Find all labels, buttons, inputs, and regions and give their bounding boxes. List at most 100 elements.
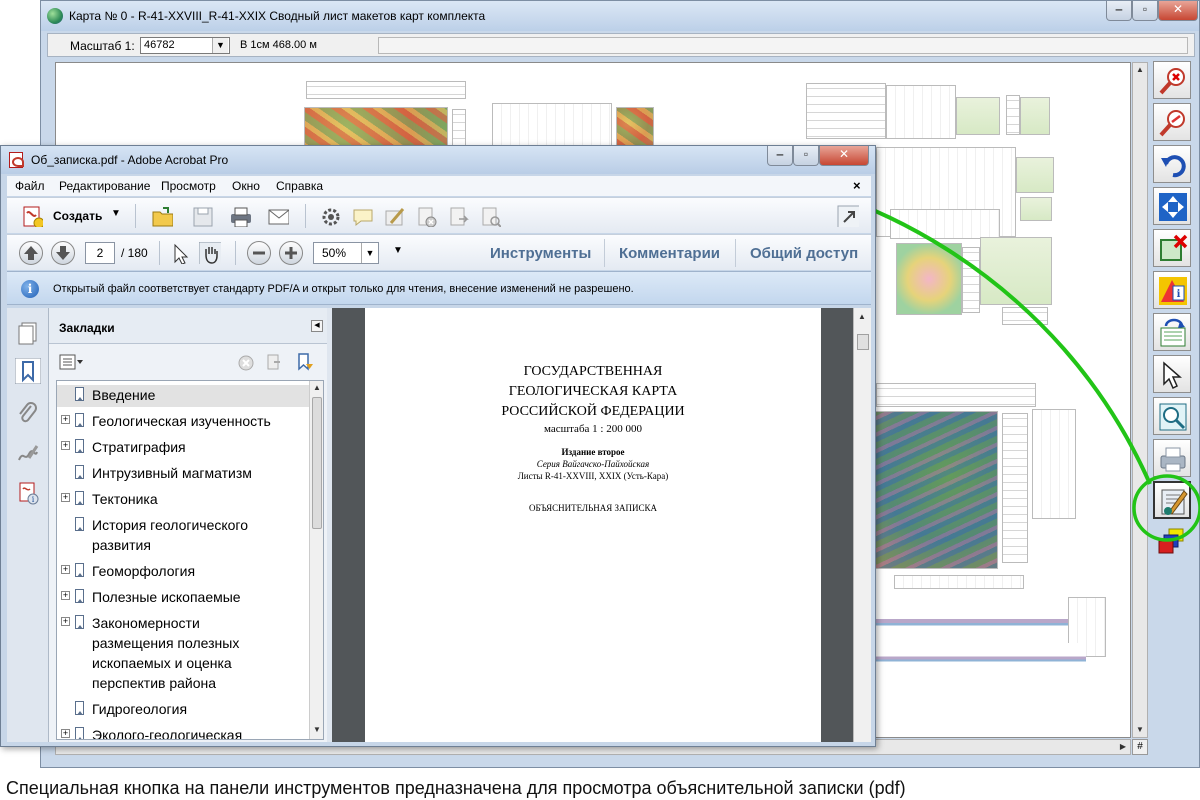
pointer-button[interactable] xyxy=(1153,355,1191,393)
bookmark-item[interactable]: Интрузивный магматизм xyxy=(57,463,309,485)
pane-splitter[interactable] xyxy=(327,308,332,742)
bookmark-item[interactable]: + Геологическая изученность xyxy=(57,411,309,433)
scroll-thumb[interactable] xyxy=(857,334,869,350)
new-bookmark-icon[interactable] xyxy=(265,353,283,371)
bookmark-item[interactable]: + Геоморфология xyxy=(57,561,309,583)
bookmark-item[interactable]: История геологического развития xyxy=(57,515,309,557)
sign-icon[interactable] xyxy=(383,205,405,227)
collapse-pane-button[interactable]: ◀ xyxy=(311,320,323,332)
remove-extent-button[interactable] xyxy=(1153,229,1191,267)
expand-toggle-icon[interactable]: + xyxy=(61,591,70,600)
bookmarks-icon[interactable] xyxy=(15,358,41,384)
next-page-button[interactable] xyxy=(51,241,75,265)
document-close-button[interactable]: × xyxy=(853,178,861,193)
bookmark-item[interactable]: Гидрогеология xyxy=(57,699,309,721)
zoom-out-button[interactable] xyxy=(1153,61,1191,99)
map-vertical-scrollbar[interactable]: ▲ ▼ xyxy=(1132,62,1148,738)
acrobat-maximize-button[interactable]: ▫ xyxy=(793,146,819,166)
attachments-icon[interactable] xyxy=(15,400,41,426)
expand-toggle-icon[interactable]: + xyxy=(61,617,70,626)
chevron-down-icon[interactable]: ▼ xyxy=(212,38,228,53)
create-button[interactable]: Создать xyxy=(53,209,102,223)
menu-help[interactable]: Справка xyxy=(276,179,323,193)
minimize-button[interactable]: ‒ xyxy=(1106,1,1132,21)
bookmark-item[interactable]: + Тектоника xyxy=(57,489,309,511)
undo-button[interactable] xyxy=(1153,145,1191,183)
grid-toggle-button[interactable]: # xyxy=(1132,739,1148,755)
expand-toggle-icon[interactable]: + xyxy=(61,441,70,450)
document-properties-icon[interactable]: i xyxy=(15,480,41,506)
chevron-down-icon[interactable]: ▼ xyxy=(361,243,378,263)
acrobat-minimize-button[interactable]: ‒ xyxy=(767,146,793,166)
document-view[interactable]: ГОСУДАРСТВЕННАЯ ГЕОЛОГИЧЕСКАЯ КАРТА РОСС… xyxy=(327,308,871,742)
refresh-layout-button[interactable] xyxy=(1153,313,1191,351)
options-menu-icon[interactable] xyxy=(59,354,85,370)
select-cursor-icon[interactable] xyxy=(169,242,191,264)
acrobat-titlebar[interactable]: Об_записка.pdf - Adobe Acrobat Pro ‒ ▫ ✕ xyxy=(1,146,875,174)
menu-edit[interactable]: Редактирование xyxy=(59,179,150,193)
tools-panel-link[interactable]: Инструменты xyxy=(490,245,591,262)
open-folder-icon[interactable] xyxy=(151,205,173,227)
bookmark-icon xyxy=(75,413,84,427)
scroll-down-icon[interactable]: ▼ xyxy=(1133,723,1147,737)
expand-toggle-icon[interactable]: + xyxy=(61,729,70,738)
scroll-right-icon[interactable]: ▶ xyxy=(1116,740,1130,754)
explanatory-note-button[interactable] xyxy=(1153,481,1191,519)
comments-panel-link[interactable]: Комментарии xyxy=(619,245,720,262)
expand-icon[interactable] xyxy=(837,205,859,227)
extract-page-icon[interactable] xyxy=(479,205,501,227)
scroll-up-icon[interactable]: ▲ xyxy=(855,310,869,324)
expand-toggle-icon[interactable]: + xyxy=(61,415,70,424)
share-panel-link[interactable]: Общий доступ xyxy=(750,245,858,262)
chevron-down-icon[interactable]: ▼ xyxy=(111,208,121,219)
gear-icon[interactable] xyxy=(319,205,341,227)
scroll-up-icon[interactable]: ▲ xyxy=(1133,63,1147,77)
more-tools-icon[interactable]: ▼ xyxy=(393,245,403,256)
maximize-button[interactable]: ▫ xyxy=(1132,1,1158,21)
save-icon[interactable] xyxy=(191,205,213,227)
bookmark-item[interactable]: + Стратиграфия xyxy=(57,437,309,459)
remove-page-icon[interactable] xyxy=(415,205,437,227)
bookmarks-scrollbar[interactable]: ▲ ▼ xyxy=(309,381,323,739)
page-number-input[interactable]: 2 xyxy=(85,242,115,264)
comment-icon[interactable] xyxy=(351,205,373,227)
bookmark-item[interactable]: Введение xyxy=(57,385,309,407)
expand-bookmark-icon[interactable] xyxy=(295,352,315,372)
acrobat-close-button[interactable]: ✕ xyxy=(819,146,869,166)
status-field xyxy=(378,37,1188,54)
bookmark-item[interactable]: + Полезные ископаемые xyxy=(57,587,309,609)
zoom-in-button[interactable] xyxy=(279,241,303,265)
menu-window[interactable]: Окно xyxy=(232,179,260,193)
scroll-thumb[interactable] xyxy=(312,397,322,529)
page-thumbnails-icon[interactable] xyxy=(15,320,41,346)
expand-toggle-icon[interactable]: + xyxy=(61,493,70,502)
export-page-icon[interactable] xyxy=(447,205,469,227)
close-button[interactable]: ✕ xyxy=(1158,1,1198,21)
expand-toggle-icon[interactable]: + xyxy=(61,565,70,574)
scroll-up-icon[interactable]: ▲ xyxy=(310,381,323,395)
bookmark-icon xyxy=(75,465,84,479)
signatures-icon[interactable] xyxy=(15,440,41,466)
zoom-out-button[interactable] xyxy=(247,241,271,265)
hand-tool-icon[interactable] xyxy=(199,242,221,264)
pdf-page[interactable]: ГОСУДАРСТВЕННАЯ ГЕОЛОГИЧЕСКАЯ КАРТА РОСС… xyxy=(365,308,821,742)
bookmark-item[interactable]: + Закономерности размещения полезных иско… xyxy=(57,613,309,695)
info-icon: i xyxy=(1159,277,1187,305)
previous-page-button[interactable] xyxy=(19,241,43,265)
map-titlebar[interactable]: Карта № 0 - R-41-XXVIII_R-41-XXIX Сводны… xyxy=(41,1,1199,31)
print-icon[interactable] xyxy=(229,205,251,227)
scroll-down-icon[interactable]: ▼ xyxy=(310,723,323,737)
bookmark-item[interactable]: + Эколого-геологическая xyxy=(57,725,309,739)
layers-button[interactable] xyxy=(1153,523,1191,561)
info-button[interactable]: i xyxy=(1153,271,1191,309)
email-icon[interactable] xyxy=(267,205,289,227)
delete-bookmark-icon[interactable] xyxy=(237,354,255,372)
search-map-button[interactable] xyxy=(1153,397,1191,435)
menu-file[interactable]: Файл xyxy=(15,179,45,193)
document-scrollbar[interactable]: ▲ xyxy=(853,308,871,742)
menu-view[interactable]: Просмотр xyxy=(161,179,216,193)
bookmarks-list[interactable]: Введение + Геологическая изученность + Страт… xyxy=(56,380,324,740)
zoom-in-button[interactable] xyxy=(1153,103,1191,141)
fit-extent-button[interactable] xyxy=(1153,187,1191,225)
print-button[interactable] xyxy=(1153,439,1191,477)
